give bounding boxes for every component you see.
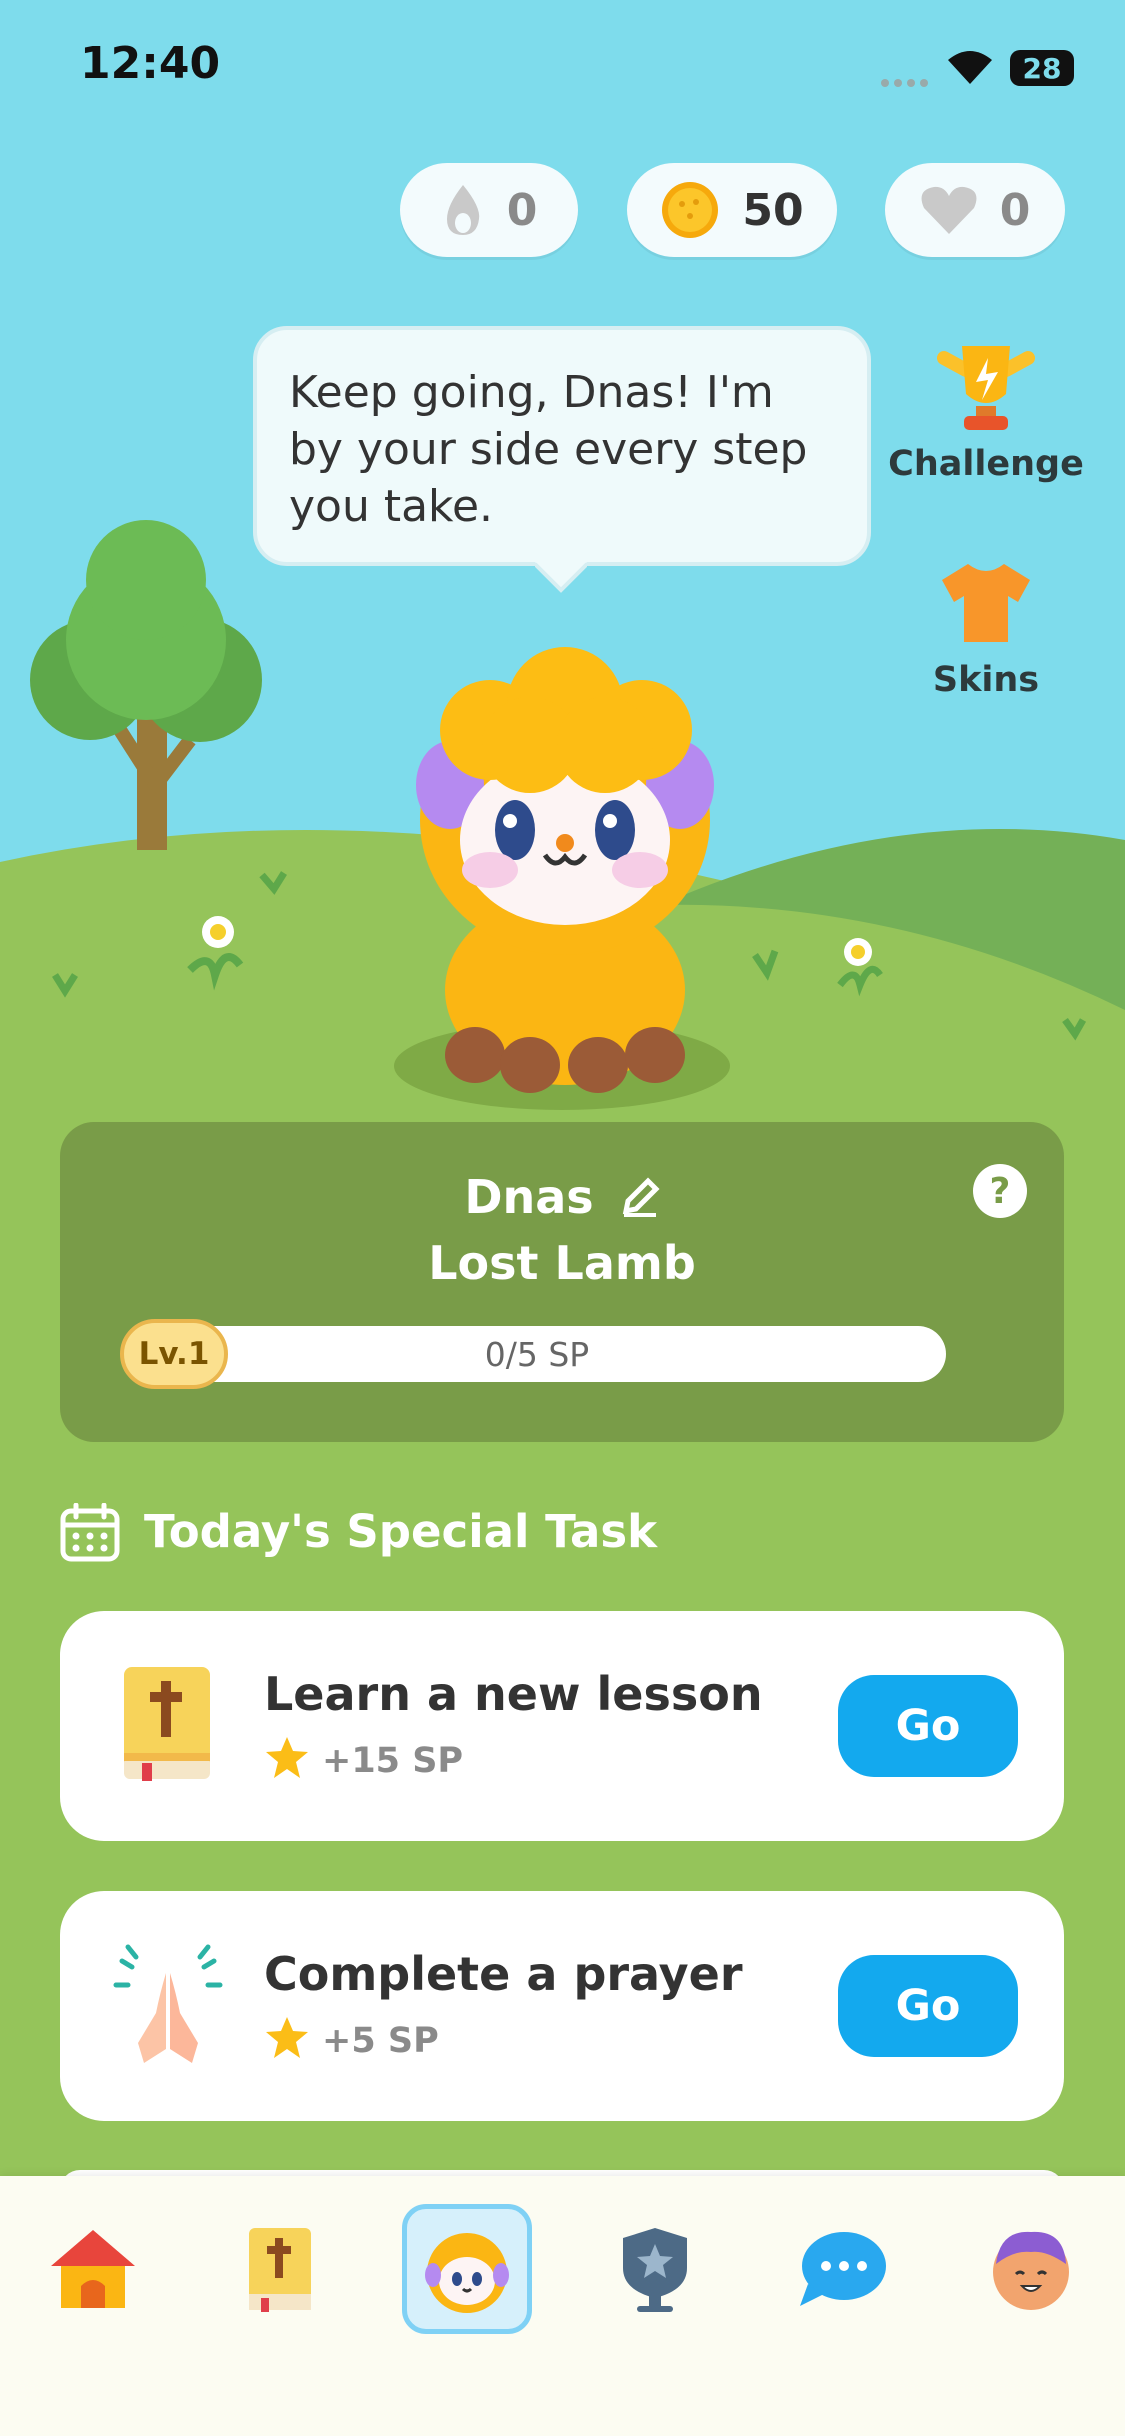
tab-lamb[interactable]: [402, 2204, 532, 2334]
battery-icon: 28: [1010, 50, 1074, 86]
lamb-character[interactable]: [380, 625, 750, 1095]
tab-profile[interactable]: [966, 2204, 1096, 2334]
hearts-value: 0: [999, 184, 1031, 236]
skins-label: Skins: [932, 660, 1040, 700]
tab-bible[interactable]: [215, 2204, 345, 2334]
star-icon: [266, 1737, 308, 1778]
challenge-label: Challenge: [888, 444, 1084, 484]
shield-badge-icon: [623, 2228, 687, 2312]
speech-bubble: Keep going, Dnas! I'm by your side every…: [253, 326, 871, 566]
wifi-icon: [944, 48, 996, 90]
chat-icon: [800, 2232, 886, 2306]
tab-badge[interactable]: [590, 2204, 720, 2334]
pet-name-row: Dnas: [60, 1170, 1064, 1224]
streak-value: 0: [506, 184, 538, 236]
task-card-lesson: Learn a new lesson +15 SP Go: [60, 1611, 1064, 1841]
challenge-button[interactable]: Challenge: [886, 340, 1086, 490]
praying-hands-icon: [113, 1944, 223, 2063]
go-button-lesson[interactable]: Go: [838, 1675, 1018, 1777]
edit-name-icon[interactable]: [620, 1177, 660, 1217]
section-title: Today's Special Task: [144, 1505, 658, 1558]
battery-level: 28: [1022, 51, 1062, 85]
sp-progress-text: 0/5 SP: [484, 1334, 590, 1374]
star-icon: [266, 2017, 308, 2058]
status-time: 12:40: [80, 38, 221, 89]
skins-button[interactable]: Skins: [886, 560, 1086, 710]
signal-icon: [880, 74, 934, 87]
pet-profile-card: Dnas Lost Lamb ? 0/5 SP Lv.1: [60, 1122, 1064, 1442]
level-badge: Lv.1: [120, 1319, 228, 1389]
pet-name: Dnas: [464, 1170, 594, 1224]
go-button-prayer[interactable]: Go: [838, 1955, 1018, 2057]
help-button[interactable]: ?: [973, 1164, 1027, 1218]
tshirt-icon: [942, 564, 1030, 642]
bottom-nav: [0, 2176, 1125, 2436]
task-points: +15 SP: [322, 1741, 464, 1781]
hearts-counter[interactable]: 0: [885, 163, 1065, 257]
task-points: +5 SP: [322, 2021, 439, 2061]
coin-icon: [662, 182, 719, 238]
profile-avatar-icon: [993, 2231, 1069, 2310]
sp-progress-bar: 0/5 SP: [128, 1326, 946, 1382]
task-card-prayer: Complete a prayer +5 SP Go: [60, 1891, 1064, 2121]
speech-bubble-tail: [535, 562, 587, 593]
trophy-icon: [937, 346, 1035, 430]
tab-chat[interactable]: [777, 2204, 907, 2334]
heart-icon: [921, 186, 977, 234]
task-title: Complete a prayer: [264, 1947, 743, 2001]
bible-icon: [249, 2228, 311, 2312]
lamb-icon: [425, 2233, 509, 2313]
pet-rank: Lost Lamb: [428, 1236, 696, 1290]
tab-home[interactable]: [28, 2204, 158, 2334]
coin-counter[interactable]: 50: [627, 163, 837, 257]
home-icon: [51, 2230, 135, 2308]
calendar-icon: [60, 1503, 120, 1562]
streak-counter[interactable]: 0: [400, 163, 578, 257]
task-title: Learn a new lesson: [264, 1667, 763, 1721]
coin-value: 50: [742, 184, 804, 236]
flame-icon: [446, 185, 479, 235]
bible-icon: [124, 1667, 210, 1781]
